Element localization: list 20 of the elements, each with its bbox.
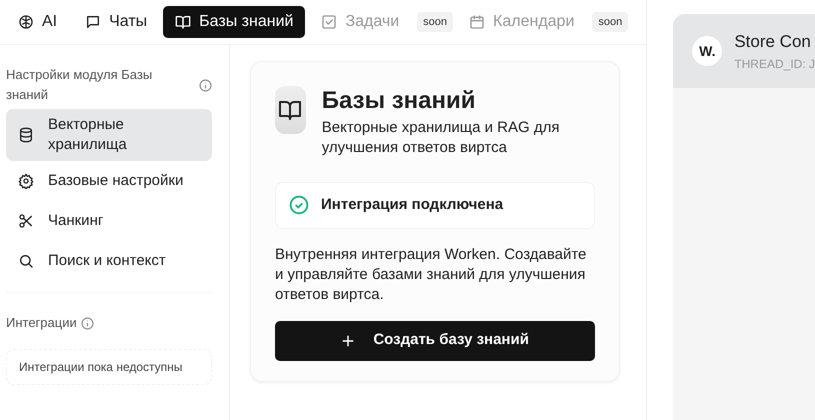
card-subtitle: Векторные хранилища и RAG для улучшения ответов виртса (322, 118, 560, 158)
nav-tab[interactable]: Чаты (73, 6, 160, 38)
soon-badge: soon (592, 12, 628, 32)
card-title: Базы знаний (322, 86, 477, 116)
description-text: Внутренняя интеграция Worken. Создавайте и управляйте базами знаний для улучшения ответов виртса. (275, 244, 588, 304)
sidebar-title: Настройки модуля Базы знаний (6, 66, 154, 104)
sidebar-item[interactable]: Векторные хранилища (6, 109, 212, 161)
empty-state-text: Интеграции пока недоступны (6, 349, 212, 385)
avatar: W. (692, 36, 722, 66)
chat-title: Store Con (734, 31, 812, 54)
sidebar-item[interactable]: Чанкинг (6, 201, 212, 241)
create-button[interactable]: Создать базу знаний (275, 320, 596, 360)
thread-id: THREAD_ID: J (734, 56, 815, 73)
sidebar-item[interactable]: Базовые настройки (6, 161, 212, 201)
sidebar-item[interactable]: Поиск и контекст (6, 241, 212, 281)
nav-tab[interactable]: AI (6, 6, 70, 38)
soon-badge: soon (417, 12, 454, 32)
status-banner: Интеграция подключена (275, 182, 596, 228)
nav-tab[interactable]: Базы знаний (163, 6, 306, 38)
section-title: Интеграции (6, 314, 77, 332)
